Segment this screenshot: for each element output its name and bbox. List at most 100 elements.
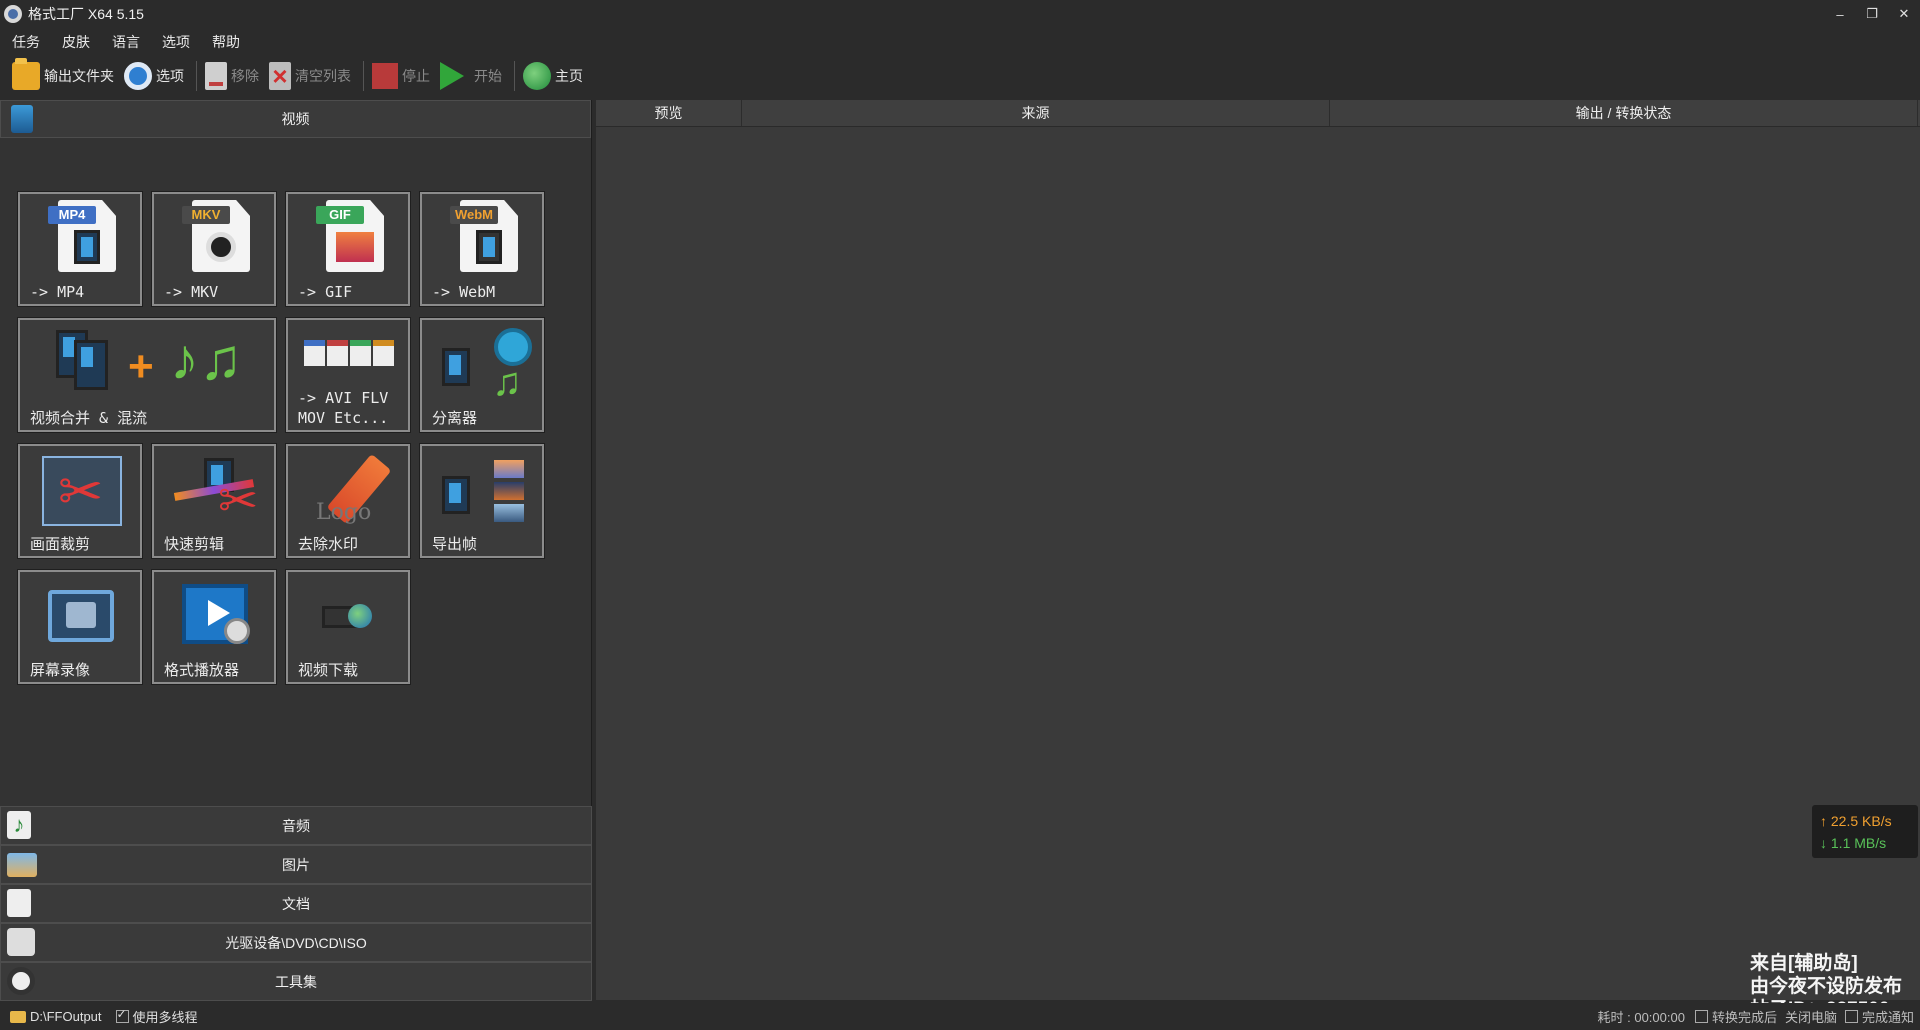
- network-speed-widget: ↑ 22.5 KB/s ↓ 1.1 MB/s: [1812, 805, 1918, 858]
- upload-speed: ↑ 22.5 KB/s: [1820, 813, 1892, 829]
- mp4-file-icon: MP4: [48, 200, 116, 272]
- notify-label: 完成通知: [1861, 1010, 1914, 1025]
- disc-icon: [7, 928, 35, 956]
- category-audio-header[interactable]: ♪ 音频: [0, 806, 592, 845]
- remove-button[interactable]: 移除: [205, 62, 259, 90]
- tile-video-download[interactable]: 视频下载: [285, 569, 411, 685]
- function-panel: 视频 MP4 -> MP4 MKV -> MKV GIF -> GIF WebM…: [0, 100, 592, 1001]
- after-convert-checkbox[interactable]: [1694, 1010, 1708, 1023]
- menu-language[interactable]: 语言: [108, 30, 144, 54]
- music-note-icon: ♪: [7, 811, 31, 839]
- task-list-panel: 预览 来源 输出 / 转换状态: [596, 100, 1920, 1000]
- window-controls: – ❐ ✕: [1824, 0, 1920, 28]
- home-label: 主页: [555, 68, 583, 84]
- menu-options[interactable]: 选项: [158, 30, 194, 54]
- tile-label: 画面裁剪: [30, 535, 91, 553]
- column-output-status[interactable]: 输出 / 转换状态: [1330, 100, 1918, 126]
- tile-to-mp4[interactable]: MP4 -> MP4: [17, 191, 143, 307]
- format-files-icon: [304, 340, 394, 366]
- tile-to-gif[interactable]: GIF -> GIF: [285, 191, 411, 307]
- category-image-header[interactable]: 图片: [0, 845, 592, 884]
- tile-label: -> MKV: [164, 283, 219, 301]
- menu-help[interactable]: 帮助: [208, 30, 244, 54]
- tile-crop[interactable]: ✂ 画面裁剪: [17, 443, 143, 559]
- tile-label: 去除水印: [298, 535, 359, 553]
- output-folder-button[interactable]: 输出文件夹: [12, 58, 114, 90]
- category-video-header[interactable]: 视频: [0, 100, 591, 138]
- category-audio-label: 音频: [282, 817, 310, 834]
- minimize-button[interactable]: –: [1824, 0, 1856, 28]
- webm-file-icon: WebM: [450, 200, 518, 272]
- tile-to-webm[interactable]: WebM -> WebM: [419, 191, 545, 307]
- screen-record-icon: [48, 590, 114, 642]
- tile-label: -> AVI FLV MOV Etc...: [298, 389, 389, 427]
- notify-checkbox[interactable]: [1844, 1010, 1858, 1023]
- stop-label: 停止: [402, 68, 430, 84]
- tile-video-merge[interactable]: + ♪♫ 视频合并 & 混流: [17, 317, 277, 433]
- column-source[interactable]: 来源: [742, 100, 1330, 126]
- app-logo-icon: [4, 5, 22, 23]
- multithread-label: 使用多线程: [132, 1010, 198, 1025]
- mkv-file-icon: MKV: [182, 200, 250, 272]
- video-category-icon: [11, 105, 33, 133]
- category-disc-label: 光驱设备\DVD\CD\ISO: [225, 934, 367, 951]
- play-icon: [440, 62, 464, 90]
- clear-list-icon: ×: [269, 62, 291, 90]
- close-button[interactable]: ✕: [1888, 0, 1920, 28]
- remove-label: 移除: [231, 68, 259, 84]
- remove-file-icon: [205, 62, 227, 90]
- output-folder-label: 输出文件夹: [44, 68, 114, 84]
- tile-label: 格式播放器: [164, 661, 240, 679]
- tile-splitter[interactable]: ♫ 分离器: [419, 317, 545, 433]
- gear-icon: [124, 62, 152, 90]
- task-list-header: 预览 来源 输出 / 转换状态: [596, 100, 1920, 127]
- category-tools-label: 工具集: [275, 973, 317, 990]
- tile-label: -> WebM: [432, 283, 496, 301]
- toolbar-divider: [514, 61, 515, 91]
- film-reel-icon: [7, 967, 35, 995]
- category-tools-header[interactable]: 工具集: [0, 962, 592, 1001]
- category-video-label: 视频: [281, 111, 310, 127]
- tile-format-player[interactable]: 格式播放器: [151, 569, 277, 685]
- tile-label: -> GIF: [298, 283, 353, 301]
- category-document-label: 文档: [282, 895, 310, 912]
- menu-bar: 任务 皮肤 语言 选项 帮助: [0, 30, 258, 54]
- column-preview[interactable]: 预览: [596, 100, 742, 126]
- options-label: 选项: [156, 68, 184, 84]
- toolbar-divider: [196, 61, 197, 91]
- image-icon: [7, 853, 37, 877]
- scissors-icon: ✂: [42, 456, 122, 526]
- output-path[interactable]: D:\FFOutput: [30, 1009, 102, 1024]
- restore-button[interactable]: ❐: [1856, 0, 1888, 28]
- shutdown-label: 关闭电脑: [1784, 1010, 1837, 1025]
- tile-screen-record[interactable]: 屏幕录像: [17, 569, 143, 685]
- category-list: ♪ 音频 图片 文档 光驱设备\DVD\CD\ISO 工具集: [0, 806, 592, 1001]
- tile-export-frames[interactable]: 导出帧: [419, 443, 545, 559]
- plus-icon: +: [128, 342, 154, 391]
- document-icon: [7, 889, 31, 917]
- video-tools-grid: MP4 -> MP4 MKV -> MKV GIF -> GIF WebM ->…: [0, 138, 591, 808]
- category-document-header[interactable]: 文档: [0, 884, 592, 923]
- download-speed: ↓ 1.1 MB/s: [1820, 835, 1887, 851]
- category-image-label: 图片: [282, 856, 310, 873]
- start-button[interactable]: 开始: [440, 62, 502, 90]
- tile-remove-watermark[interactable]: Logo 去除水印: [285, 443, 411, 559]
- category-disc-header[interactable]: 光驱设备\DVD\CD\ISO: [0, 923, 592, 962]
- tile-to-other-formats[interactable]: -> AVI FLV MOV Etc...: [285, 317, 411, 433]
- tile-to-mkv[interactable]: MKV -> MKV: [151, 191, 277, 307]
- options-button[interactable]: 选项: [124, 62, 184, 90]
- tile-label: -> MP4: [30, 283, 85, 301]
- after-convert-label: 转换完成后: [1711, 1010, 1777, 1025]
- home-button[interactable]: 主页: [523, 62, 583, 90]
- clear-list-button[interactable]: × 清空列表: [269, 62, 351, 90]
- stop-icon: [372, 63, 398, 89]
- multithread-checkbox[interactable]: [115, 1007, 129, 1023]
- menu-task[interactable]: 任务: [8, 30, 44, 54]
- tile-label: 导出帧: [432, 535, 478, 553]
- tile-quick-cut[interactable]: ✂ 快速剪辑: [151, 443, 277, 559]
- globe-icon: [523, 62, 551, 90]
- player-icon: [182, 584, 250, 644]
- music-note-icon: ♪♫: [170, 327, 243, 392]
- stop-button[interactable]: 停止: [372, 63, 430, 89]
- menu-skin[interactable]: 皮肤: [58, 30, 94, 54]
